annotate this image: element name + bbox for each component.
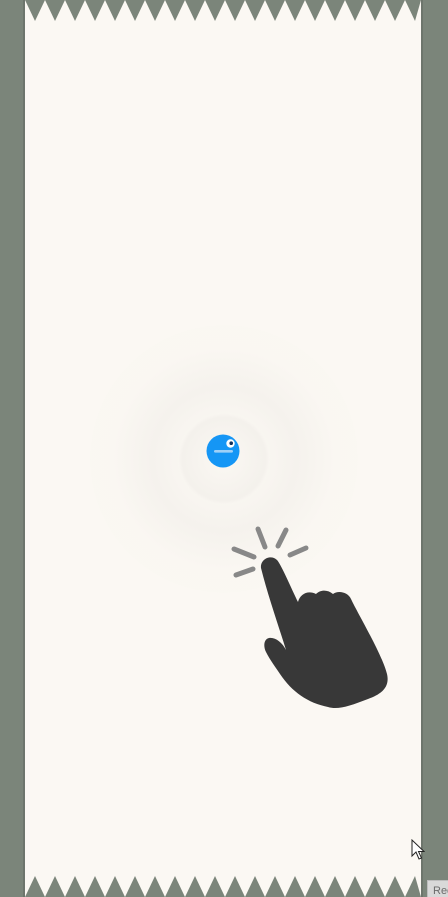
player-mouth xyxy=(214,450,233,453)
top-spikes xyxy=(25,0,421,21)
rec-badge: Rec xyxy=(427,880,448,897)
right-wall-edge xyxy=(421,0,423,897)
game-canvas[interactable]: Rec xyxy=(0,0,448,897)
right-wall xyxy=(422,0,448,897)
tap-hand-icon xyxy=(231,526,388,709)
bottom-spikes xyxy=(25,876,421,897)
player-ball xyxy=(206,434,240,468)
left-wall xyxy=(0,0,24,897)
mouse-pointer-icon xyxy=(411,839,425,860)
